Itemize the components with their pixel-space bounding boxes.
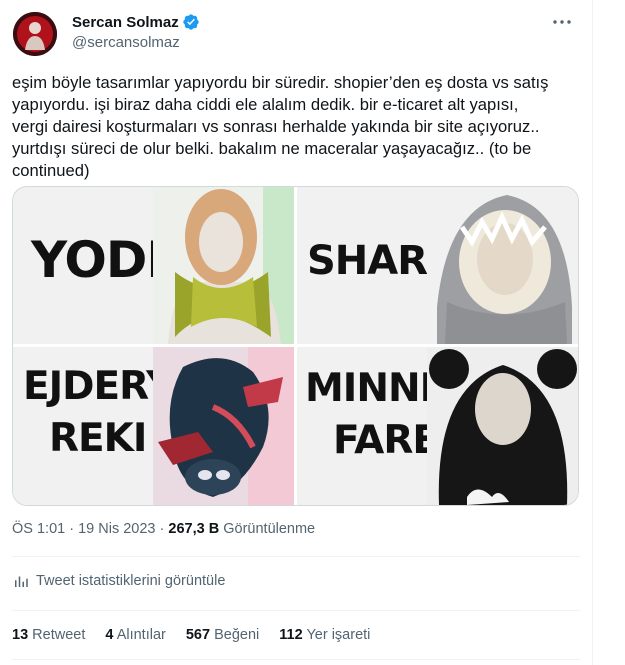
sharky-product-photo: [427, 187, 578, 344]
quotes-value: 4: [105, 627, 114, 643]
analytics-icon: [15, 576, 28, 587]
tweet-meta: ÖS 1:01 · 19 Nis 2023 · 267,3 B Görüntül…: [12, 521, 315, 537]
retweets-label: Retweet: [32, 627, 86, 643]
divider: [12, 659, 580, 660]
more-dots-icon: [553, 20, 571, 24]
verified-badge-icon: [183, 14, 199, 30]
divider: [12, 610, 580, 611]
meta-separator: ·: [159, 521, 165, 537]
analytics-label: Tweet istatistiklerini görüntüle: [36, 573, 226, 589]
engagement-counts: 13 Retweet 4 Alıntılar 567 Beğeni 112 Ye…: [12, 627, 390, 643]
likes-value: 567: [185, 627, 211, 643]
author-handle[interactable]: @sercansolmaz: [72, 34, 180, 51]
media-cell-sharky[interactable]: SHARKY: [297, 187, 578, 344]
tweet-analytics-link[interactable]: Tweet istatistiklerini görüntüle: [12, 572, 225, 590]
likes-count[interactable]: 567 Beğeni: [186, 627, 259, 643]
product-label-yodi: YODI: [31, 231, 165, 289]
minniek-fare-product-photo: [427, 347, 578, 505]
views-label: Görüntülenme: [223, 521, 316, 537]
retweets-count[interactable]: 13 Retweet: [12, 627, 85, 643]
avatar[interactable]: [13, 12, 57, 56]
media-cell-yodi[interactable]: YODI: [13, 187, 294, 344]
retweets-value: 13: [12, 627, 29, 643]
author-name-row: Sercan Solmaz: [72, 13, 200, 31]
media-cell-ejderya-reki[interactable]: EJDERYA REKI: [13, 347, 294, 505]
media-cell-minniek-fare[interactable]: MINNIEK FARE: [297, 347, 578, 505]
quotes-label: Alıntılar: [116, 627, 166, 643]
likes-label: Beğeni: [214, 627, 260, 643]
tweet-time[interactable]: ÖS 1:01: [12, 521, 65, 537]
ejderya-reki-product-photo: [153, 347, 294, 505]
avatar-image: [13, 12, 57, 56]
tweet-column: Sercan Solmaz @sercansolmaz eşim böyle t…: [0, 0, 593, 665]
author-name[interactable]: Sercan Solmaz: [72, 14, 179, 31]
bookmarks-value: 112: [279, 627, 303, 643]
quotes-count[interactable]: 4 Alıntılar: [105, 627, 165, 643]
product-label-reki: REKI: [49, 416, 147, 461]
product-label-fare: FARE: [333, 418, 439, 463]
bookmarks-count[interactable]: 112 Yer işareti: [279, 627, 370, 643]
divider: [12, 556, 580, 557]
bookmarks-label: Yer işareti: [306, 627, 371, 643]
meta-separator: ·: [69, 521, 75, 537]
tweet-text: eşim böyle tasarımlar yapıyordu bir süre…: [12, 73, 549, 180]
tweet-media-grid[interactable]: YODI SHARKY EJDERYA REKI MINNIEK FARE: [12, 186, 579, 506]
tweet-date[interactable]: 19 Nis 2023: [78, 521, 155, 537]
more-options-button[interactable]: [550, 10, 574, 34]
views-count: 267,3 B: [168, 521, 220, 537]
yodi-product-photo: [153, 187, 294, 344]
